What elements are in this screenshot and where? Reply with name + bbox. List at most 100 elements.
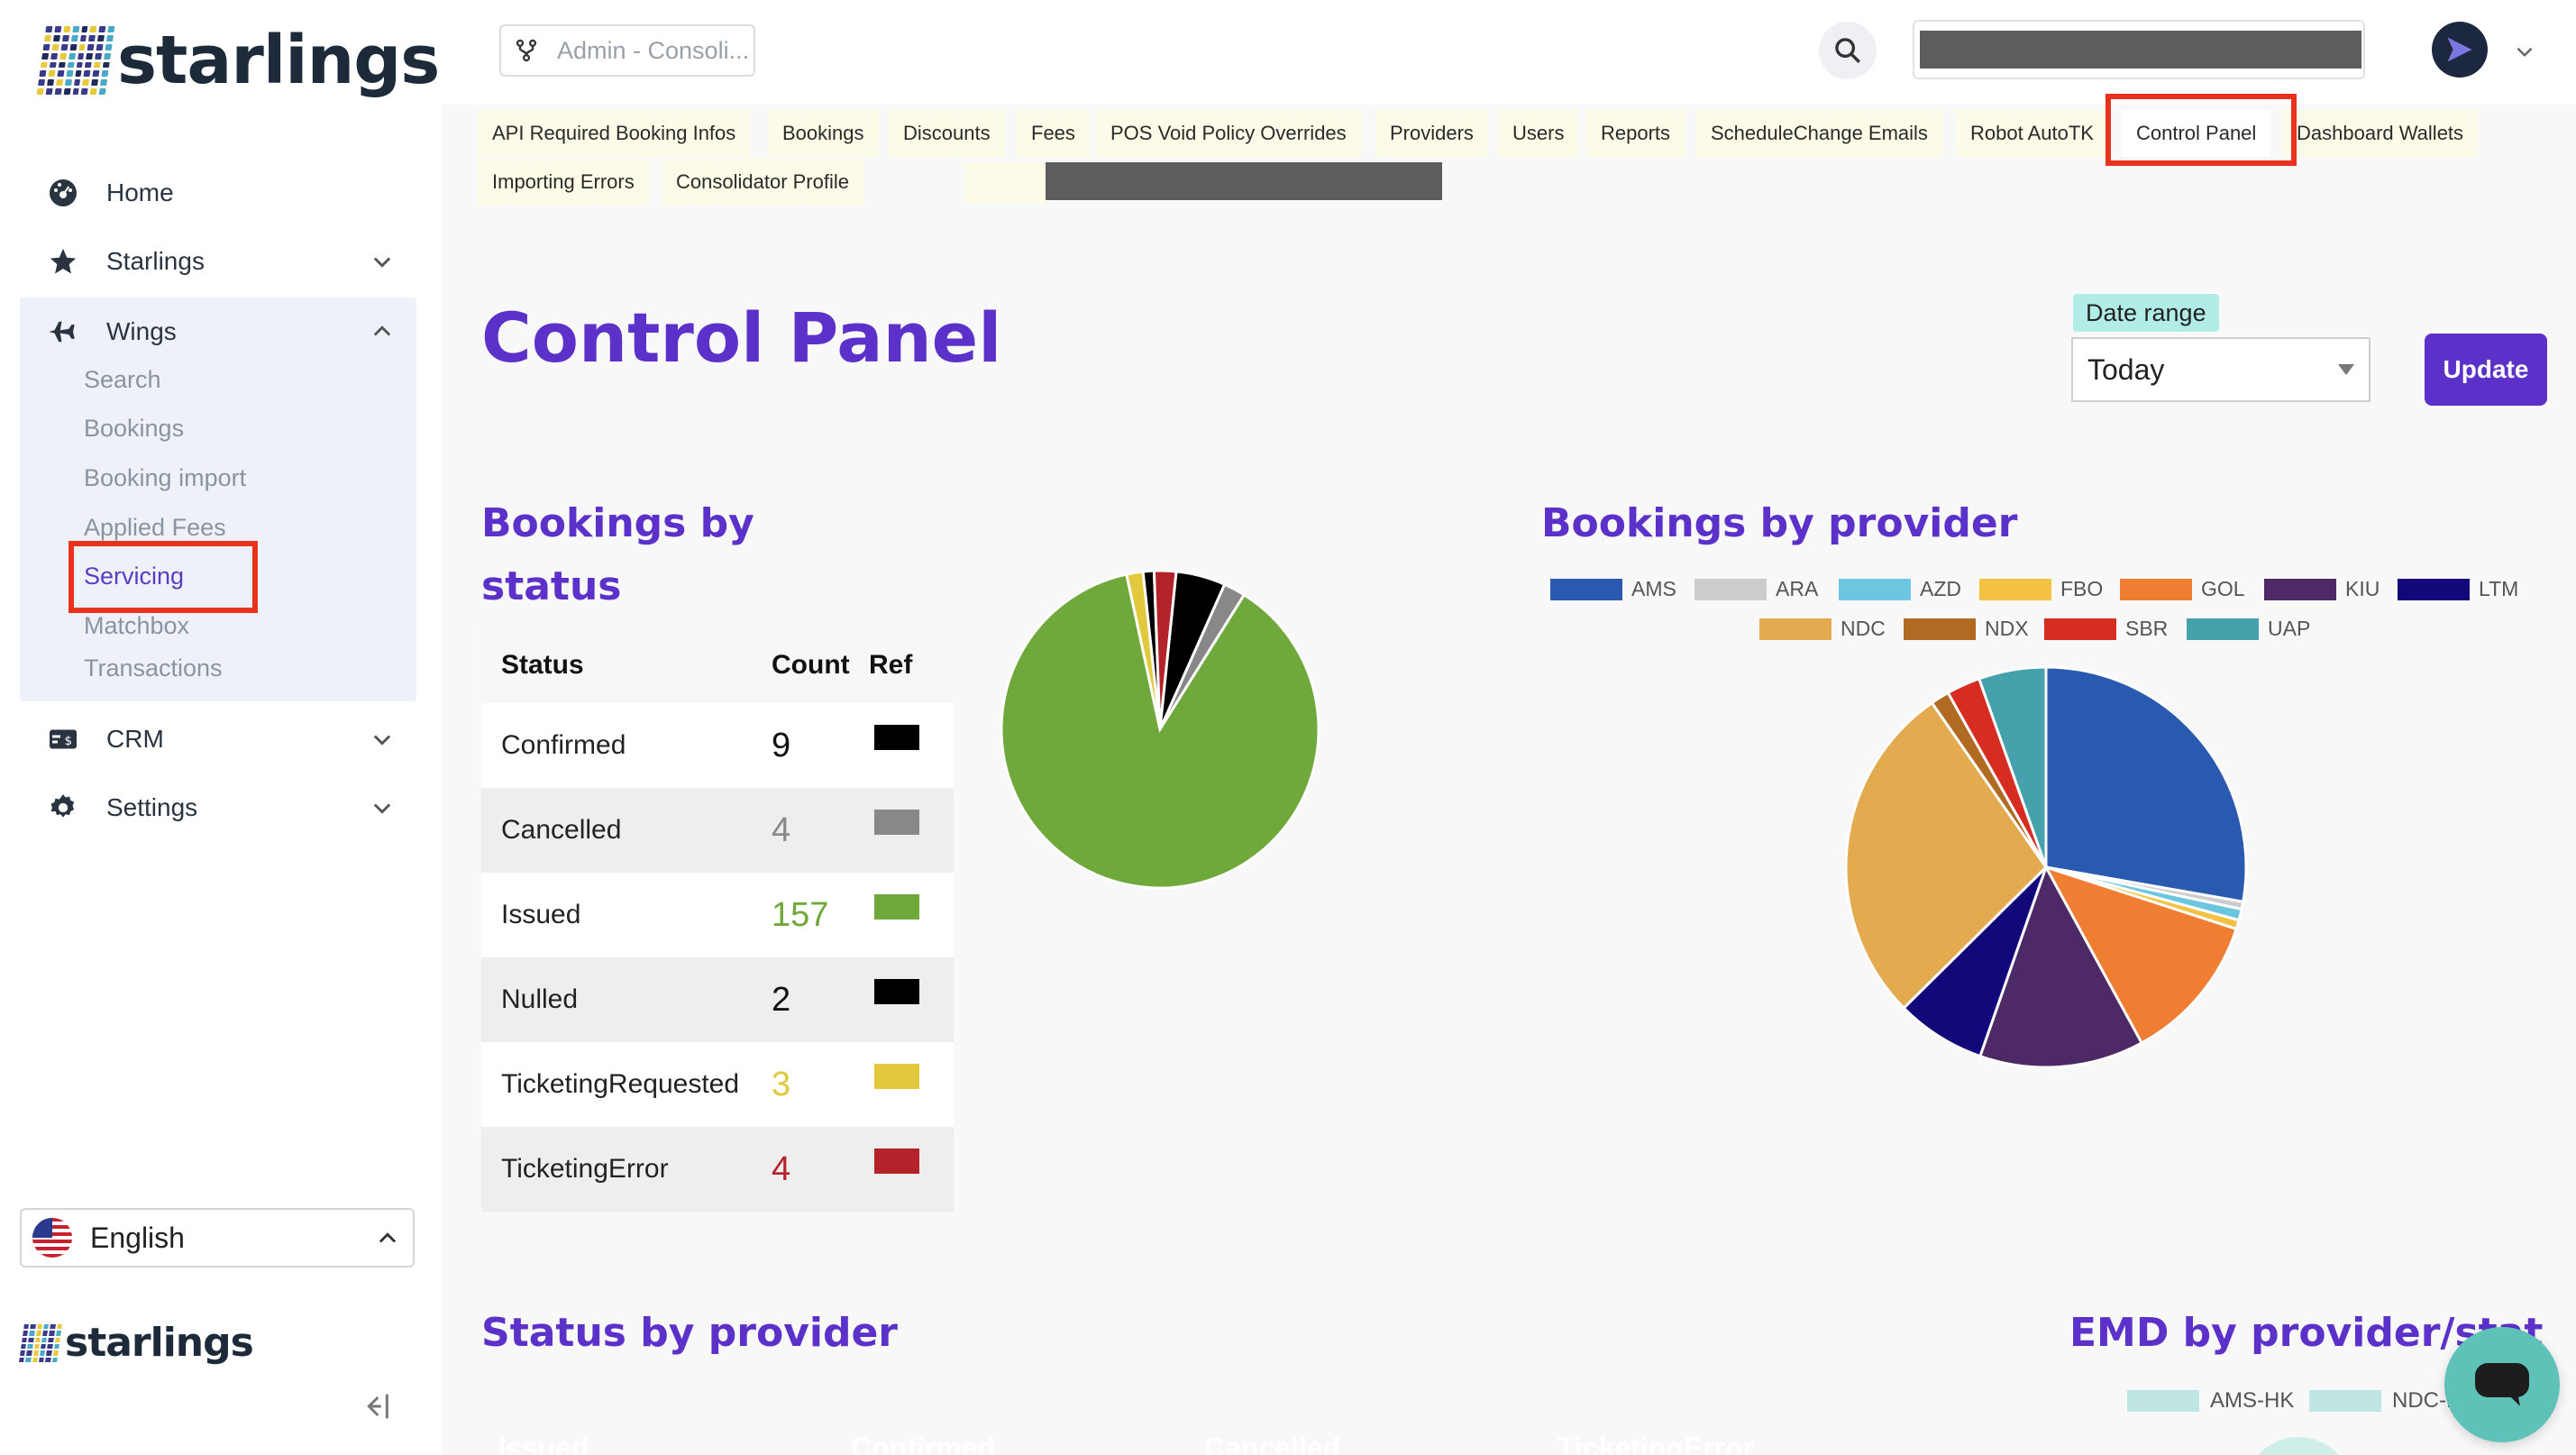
dropdown-arrow-icon [2338,364,2354,375]
tab-api-required-booking-infos[interactable]: API Required Booking Infos [478,110,751,157]
footer-brand-name: starlings [65,1320,254,1366]
tab-users[interactable]: Users [1498,110,1579,157]
update-button[interactable]: Update [2425,334,2547,406]
gear-icon [45,790,81,826]
table-row: Cancelled 4 [481,788,954,873]
legend-label: AMS-HK [2210,1388,2295,1413]
svg-text:$: $ [65,734,73,748]
tab-pos-void-policy-overrides[interactable]: POS Void Policy Overrides [1096,110,1361,157]
search-input[interactable] [1913,20,2365,79]
nav-list-lower: $ CRM Settings [20,705,416,842]
chevron-down-icon[interactable] [2513,40,2536,63]
legend-item-sbr[interactable]: SBR [2044,617,2168,641]
starlings-logo-icon [36,26,115,95]
tab-bookings[interactable]: Bookings [768,110,879,157]
wings-sub-transactions[interactable]: Transactions [84,654,223,682]
chat-support-button[interactable] [2444,1327,2560,1442]
ref-cell [869,1127,954,1212]
legend-swatch [2309,1390,2381,1412]
table-header-row: Status Count Ref [481,627,954,703]
legend-item-ara[interactable]: ARA [1694,577,1818,601]
legend-item-ndx[interactable]: NDX [1904,617,2029,641]
language-select[interactable]: English [20,1208,415,1267]
wings-sub-matchbox[interactable]: Matchbox [84,612,189,640]
date-range-value: Today [2087,352,2165,386]
tab-schedulechange-emails[interactable]: ScheduleChange Emails [1696,110,1942,157]
status-card-cancelled[interactable]: Cancelled [1190,1417,1489,1455]
starlings-logo-icon [19,1323,62,1362]
bookings-by-provider-pie[interactable] [1841,662,2252,1073]
tab-providers[interactable]: Providers [1375,110,1488,157]
status-table: Status Count Ref Confirmed 9 Cancelled 4 Iss… [481,627,954,1212]
wings-sub-bookings[interactable]: Bookings [84,415,184,443]
sidebar-item-settings[interactable]: Settings [20,773,416,842]
bookings-by-status-pie[interactable] [997,566,1323,892]
legend-item-kiu[interactable]: KIU [2264,577,2380,601]
account-select[interactable]: Admin - Consoli... [499,24,755,77]
account-select-value: Admin - Consoli... [557,36,750,64]
legend-label: KIU [2345,577,2380,600]
wings-sub-booking-import[interactable]: Booking import [84,464,246,492]
collapse-sidebar-icon[interactable] [357,1388,393,1424]
wings-sub-applied-fees[interactable]: Applied Fees [84,514,226,542]
legend-label: FBO [2060,577,2104,600]
card-label: TicketingError [1557,1432,1755,1455]
tab-robot-autotk[interactable]: Robot AutoTK [1956,110,2108,157]
legend-item-gol[interactable]: GOL [2120,577,2245,601]
card-label: Confirmed [851,1432,995,1455]
emd-pie-partial [2244,1437,2352,1455]
legend-label: GOL [2201,577,2245,600]
sidebar-item-wings[interactable]: Wings [20,297,416,366]
status-card-confirmed[interactable]: Confirmed [836,1417,1136,1455]
legend-item-ndc[interactable]: NDC [1759,617,1886,641]
status-card-issued[interactable]: Issued [483,1417,782,1455]
legend-item-uap[interactable]: UAP [2187,617,2310,641]
legend-label: SBR [2125,617,2169,640]
status-cell: TicketingRequested [481,1042,754,1127]
card-label: Issued [498,1432,589,1455]
legend-swatch [1759,618,1832,640]
brand-logo[interactable]: starlings [36,22,440,99]
date-range-select[interactable]: Today [2071,337,2370,402]
nav-list: Home Starlings [20,159,416,296]
legend-label: LTM [2479,577,2519,600]
legend-item-ltm[interactable]: LTM [2398,577,2518,601]
ref-color-swatch [874,894,919,920]
legend-item-fbo[interactable]: FBO [1979,577,2103,601]
legend-label: AZD [1920,577,1961,600]
tab-dashboard-wallets[interactable]: Dashboard Wallets [2282,110,2479,157]
page-title: Control Panel [481,297,1002,378]
chevron-down-icon[interactable] [370,249,395,274]
tab-reports[interactable]: Reports [1586,110,1685,157]
legend-item-ams[interactable]: AMS [1550,577,1676,601]
chevron-up-icon [379,1232,397,1243]
sidebar-item-starlings[interactable]: Starlings [20,227,416,296]
tab-discounts[interactable]: Discounts [889,110,1005,157]
sidebar-item-home[interactable]: Home [20,159,416,227]
user-avatar[interactable] [2432,22,2488,78]
legend-item-azd[interactable]: AZD [1839,577,1961,601]
wings-sub-search[interactable]: Search [84,366,161,394]
ref-cell [869,873,954,957]
chevron-down-icon[interactable] [370,795,395,820]
chevron-down-icon[interactable] [370,727,395,752]
status-cell: Nulled [481,957,754,1042]
legend-swatch [2398,578,2470,600]
sidebar-item-crm[interactable]: $ CRM [20,705,416,773]
sidebar-item-label: Starlings [106,247,205,275]
status-card-ticketingerror[interactable]: TicketingError [1543,1417,1842,1455]
pie-slice-ams[interactable] [2044,665,2248,904]
tab-importing-errors[interactable]: Importing Errors [478,159,649,206]
legend-label: NDX [1985,617,2029,640]
tab-consolidator-profile[interactable]: Consolidator Profile [662,159,863,206]
star-icon [45,243,81,279]
sidebar-item-label: Wings [106,317,177,345]
ref-color-swatch [874,1148,919,1174]
chevron-up-icon[interactable] [370,319,395,344]
brand-name: starlings [117,22,440,99]
tab-fees[interactable]: Fees [1017,110,1090,157]
ref-cell [869,703,954,788]
legend-swatch [2264,578,2336,600]
emd-legend-item: NDC-H [2309,1388,2462,1414]
search-button[interactable] [1819,22,1877,79]
